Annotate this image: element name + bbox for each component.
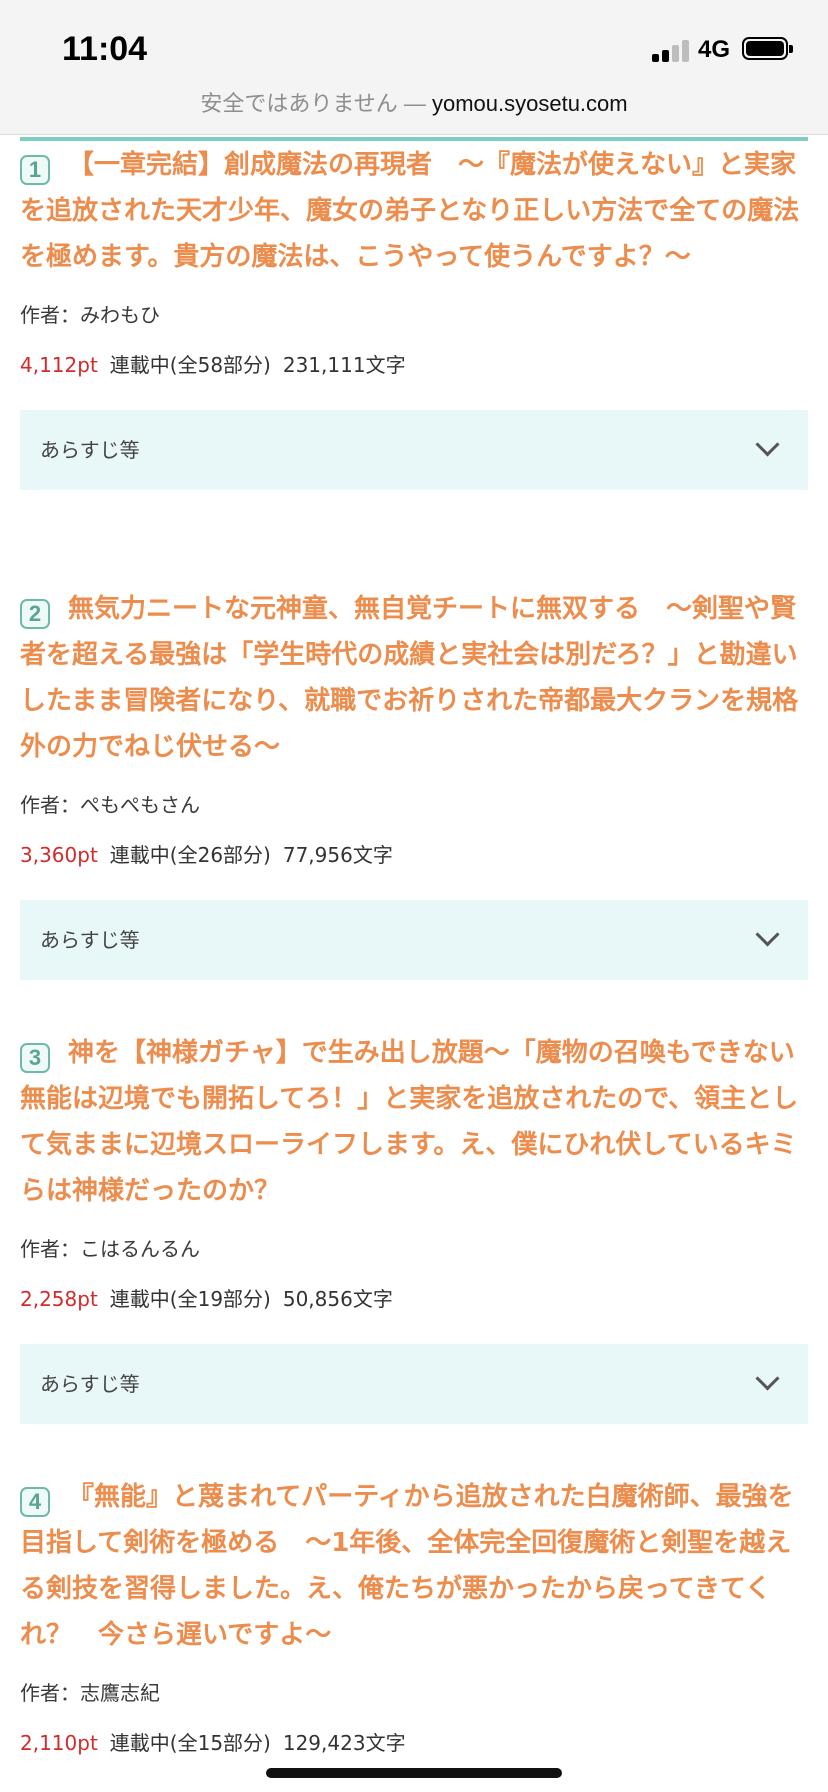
rank-badge: 4 bbox=[20, 1487, 50, 1517]
synopsis-label: あらすじ等 bbox=[40, 1372, 140, 1396]
entry-title[interactable]: 2 無気力ニートな元神童、無自覚チートに無双する 〜剣聖や賢者を超える最強は「学生… bbox=[20, 586, 808, 770]
url-domain: yomou.syosetu.com bbox=[431, 91, 628, 116]
browser-chrome: 11:04 4G 安全ではありません — yomou.syosetu.com bbox=[0, 0, 828, 135]
entry-title-text[interactable]: 『無能』と蔑まれてパーティから追放された白魔術師、最強を目指して剣術を極める 〜… bbox=[20, 1482, 794, 1650]
entry-author[interactable]: 作者：ぺもぺもさん bbox=[20, 790, 808, 820]
ranking-entry: 2 無気力ニートな元神童、無自覚チートに無双する 〜剣聖や賢者を超える最強は「学生… bbox=[20, 586, 808, 980]
chevron-down-icon bbox=[755, 922, 780, 947]
entry-char-count: 77,956文字 bbox=[282, 843, 393, 867]
synopsis-toggle[interactable]: あらすじ等 bbox=[20, 1344, 808, 1424]
rank-badge: 1 bbox=[20, 155, 50, 185]
entry-author[interactable]: 作者：みわもひ bbox=[20, 300, 808, 330]
entry-points: 3,360pt bbox=[20, 843, 98, 867]
not-secure-label: 安全ではありません — bbox=[200, 91, 426, 116]
entry-title-text[interactable]: 無気力ニートな元神童、無自覚チートに無双する 〜剣聖や賢者を超える最強は「学生時… bbox=[20, 594, 798, 762]
chevron-down-icon bbox=[755, 432, 780, 457]
entry-status: 連載中(全58部分) bbox=[109, 353, 271, 377]
ranking-entry: 4 『無能』と蔑まれてパーティから追放された白魔術師、最強を目指して剣術を極める … bbox=[20, 1474, 808, 1758]
entry-char-count: 50,856文字 bbox=[282, 1287, 393, 1311]
entry-stats: 2,110pt 連載中(全15部分) 129,423文字 bbox=[20, 1728, 808, 1758]
ranking-entry: 1 【一章完結】創成魔法の再現者 〜『魔法が使えない』と実家を追放された天才少年、… bbox=[20, 142, 808, 490]
entry-points: 2,258pt bbox=[20, 1287, 98, 1311]
entry-author[interactable]: 作者：志鷹志紀 bbox=[20, 1678, 808, 1708]
entry-points: 2,110pt bbox=[20, 1731, 98, 1755]
synopsis-label: あらすじ等 bbox=[40, 438, 140, 462]
entry-status: 連載中(全26部分) bbox=[109, 843, 271, 867]
battery-icon bbox=[742, 37, 793, 60]
synopsis-label: あらすじ等 bbox=[40, 928, 140, 952]
entry-title[interactable]: 3 神を【神様ガチャ】で生み出し放題〜「魔物の召喚もできない無能は辺境でも開拓して… bbox=[20, 1030, 808, 1214]
entry-stats: 2,258pt 連載中(全19部分) 50,856文字 bbox=[20, 1284, 808, 1314]
cellular-signal-icon bbox=[652, 38, 690, 62]
entry-author[interactable]: 作者：こはるんるん bbox=[20, 1234, 808, 1264]
entry-points: 4,112pt bbox=[20, 353, 98, 377]
home-indicator bbox=[266, 1768, 562, 1778]
section-divider bbox=[20, 137, 808, 141]
address-bar[interactable]: 安全ではありません — yomou.syosetu.com bbox=[0, 86, 828, 118]
entry-char-count: 129,423文字 bbox=[282, 1731, 406, 1755]
entry-stats: 4,112pt 連載中(全58部分) 231,111文字 bbox=[20, 350, 808, 380]
entry-title-text[interactable]: 神を【神様ガチャ】で生み出し放題〜「魔物の召喚もできない無能は辺境でも開拓してろ… bbox=[20, 1038, 798, 1206]
entry-title[interactable]: 1 【一章完結】創成魔法の再現者 〜『魔法が使えない』と実家を追放された天才少年、… bbox=[20, 142, 808, 280]
status-time: 11:04 bbox=[62, 30, 148, 68]
entry-title[interactable]: 4 『無能』と蔑まれてパーティから追放された白魔術師、最強を目指して剣術を極める … bbox=[20, 1474, 808, 1658]
network-type: 4G bbox=[698, 36, 731, 63]
synopsis-toggle[interactable]: あらすじ等 bbox=[20, 900, 808, 980]
entry-title-text[interactable]: 【一章完結】創成魔法の再現者 〜『魔法が使えない』と実家を追放された天才少年、魔… bbox=[20, 150, 799, 272]
entry-char-count: 231,111文字 bbox=[282, 353, 406, 377]
synopsis-toggle[interactable]: あらすじ等 bbox=[20, 410, 808, 490]
entry-status: 連載中(全19部分) bbox=[109, 1287, 271, 1311]
entry-stats: 3,360pt 連載中(全26部分) 77,956文字 bbox=[20, 840, 808, 870]
rank-badge: 2 bbox=[20, 599, 50, 629]
ranking-entry: 3 神を【神様ガチャ】で生み出し放題〜「魔物の召喚もできない無能は辺境でも開拓して… bbox=[20, 1030, 808, 1424]
rank-badge: 3 bbox=[20, 1043, 50, 1073]
entry-status: 連載中(全15部分) bbox=[109, 1731, 271, 1755]
chevron-down-icon bbox=[755, 1366, 780, 1391]
